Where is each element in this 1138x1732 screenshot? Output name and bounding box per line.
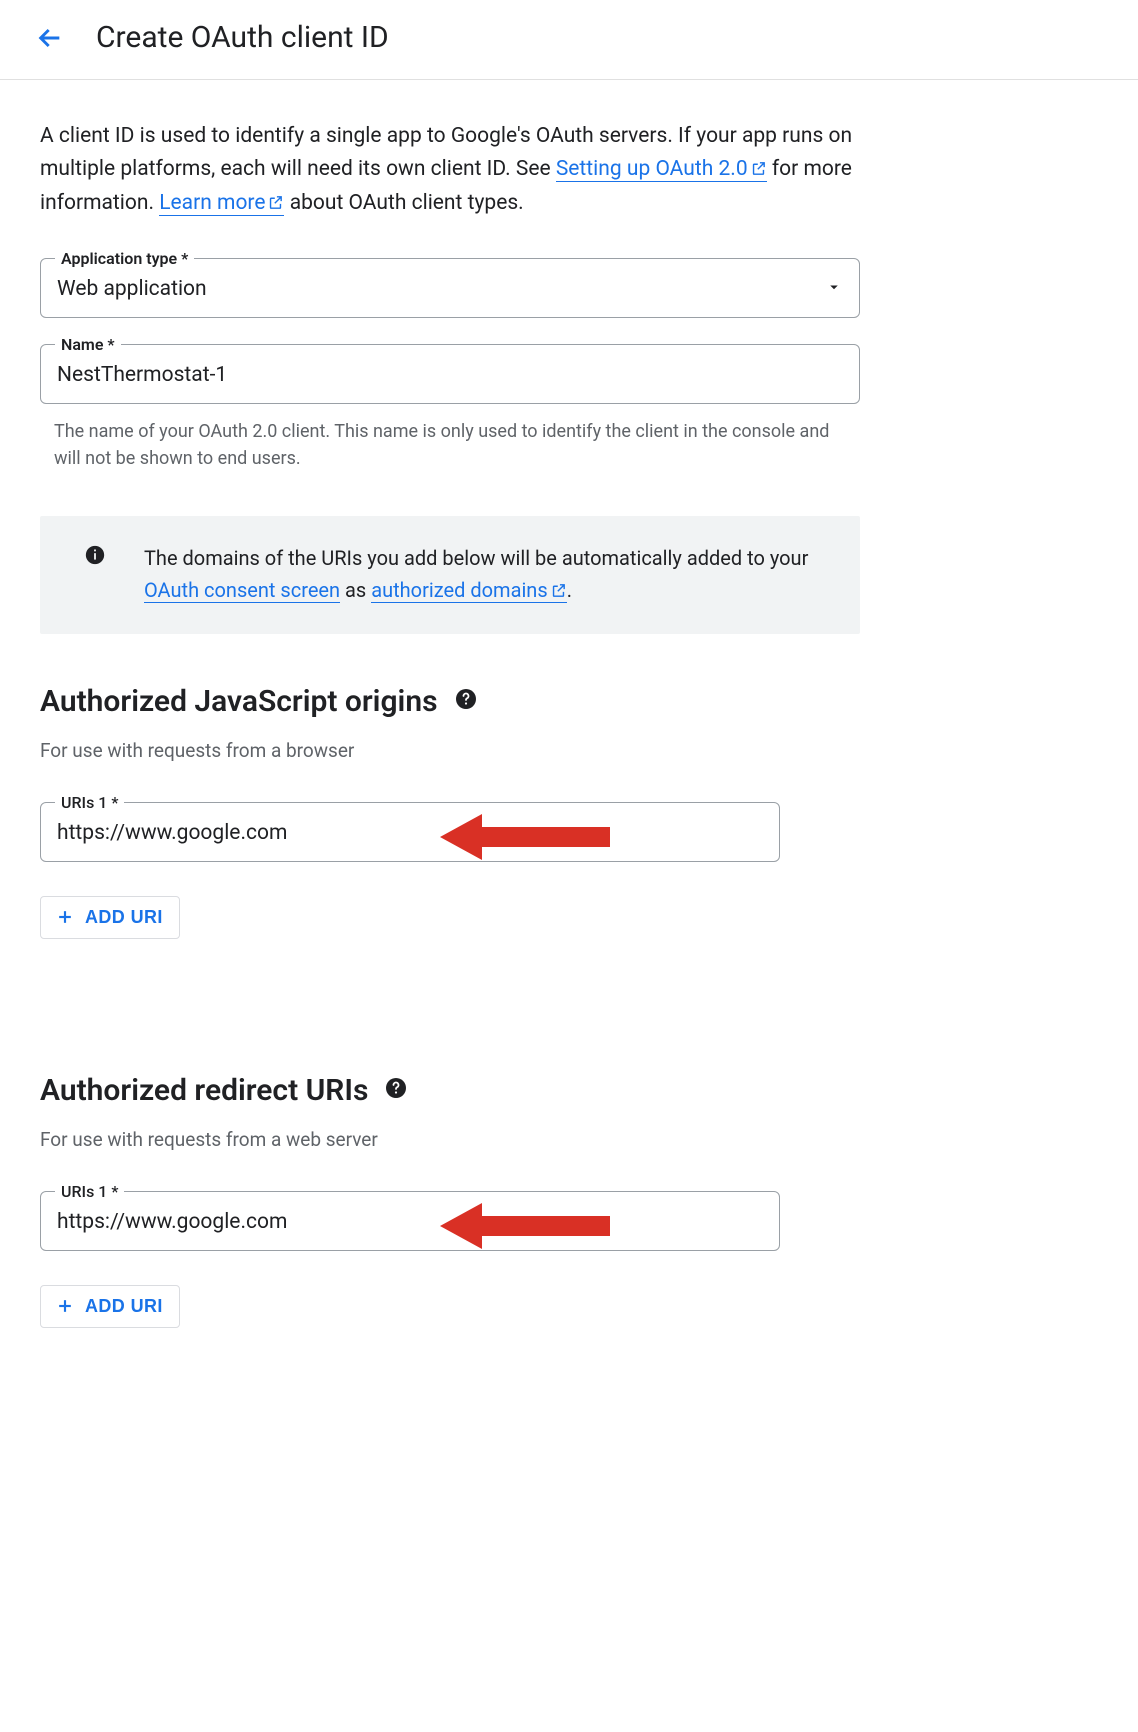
- application-type-label: Application type *: [55, 249, 194, 268]
- external-link-icon: [550, 576, 567, 608]
- authorized-domains-link[interactable]: authorized domains: [371, 578, 566, 603]
- redirect-subtitle: For use with requests from a web server: [40, 1128, 860, 1151]
- add-redirect-uri-button[interactable]: ADD URI: [40, 1285, 180, 1328]
- banner-text-mid: as: [345, 578, 371, 602]
- application-type-select[interactable]: Application type * Web application: [40, 258, 860, 318]
- oauth-consent-link[interactable]: OAuth consent screen: [144, 578, 340, 603]
- banner-text-after: .: [567, 578, 572, 602]
- info-icon: [68, 542, 106, 570]
- help-icon[interactable]: [454, 687, 478, 715]
- js-origins-subtitle: For use with requests from a browser: [40, 739, 860, 762]
- add-js-uri-button[interactable]: ADD URI: [40, 896, 180, 939]
- application-type-value: Web application: [57, 277, 207, 301]
- name-label: Name *: [55, 335, 121, 354]
- redirect-uri-input[interactable]: [57, 1210, 763, 1234]
- page-title: Create OAuth client ID: [96, 20, 389, 55]
- learn-more-link[interactable]: Learn more: [159, 191, 284, 216]
- intro-text-after: about OAuth client types.: [290, 191, 524, 215]
- add-redirect-uri-label: ADD URI: [85, 1296, 163, 1317]
- chevron-down-icon: [825, 278, 843, 300]
- intro-paragraph: A client ID is used to identify a single…: [40, 120, 860, 222]
- banner-text-before: The domains of the URIs you add below wi…: [144, 546, 808, 570]
- name-helper: The name of your OAuth 2.0 client. This …: [40, 418, 860, 472]
- name-input[interactable]: [57, 363, 843, 387]
- setting-up-oauth-link[interactable]: Setting up OAuth 2.0: [556, 157, 767, 182]
- js-origins-title: Authorized JavaScript origins: [40, 684, 438, 719]
- help-icon[interactable]: [384, 1076, 408, 1104]
- add-js-uri-label: ADD URI: [85, 907, 163, 928]
- redirect-title: Authorized redirect URIs: [40, 1073, 368, 1108]
- info-banner: The domains of the URIs you add below wi…: [40, 516, 860, 634]
- redirect-uri-label: URIs 1 *: [55, 1182, 124, 1201]
- js-uri-label: URIs 1 *: [55, 793, 124, 812]
- external-link-icon: [750, 155, 767, 188]
- back-button[interactable]: [34, 22, 66, 54]
- external-link-icon: [267, 189, 284, 222]
- js-uri-input[interactable]: [57, 821, 763, 845]
